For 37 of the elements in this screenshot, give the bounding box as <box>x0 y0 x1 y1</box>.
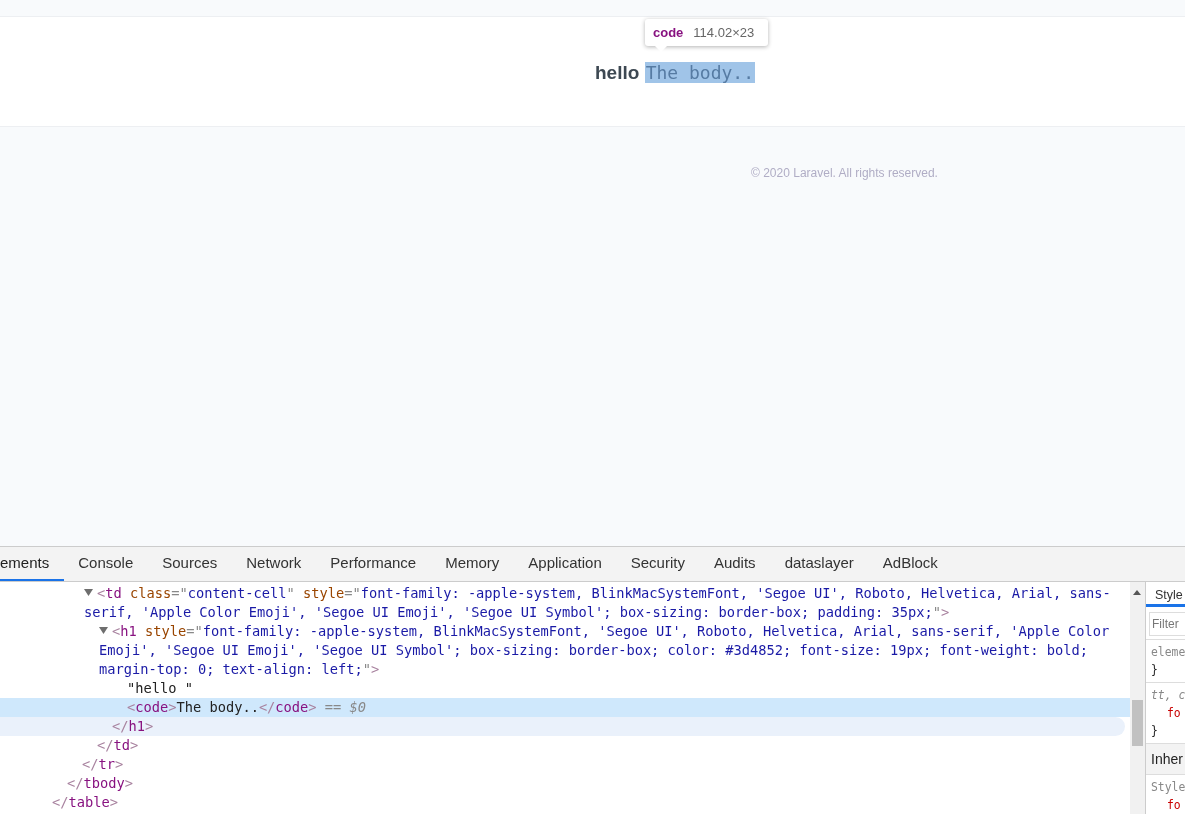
devtools-tab[interactable]: Application <box>513 547 617 581</box>
styles-tab[interactable]: Style <box>1146 582 1185 607</box>
scrollbar[interactable] <box>1130 582 1145 814</box>
html-code-line[interactable]: </table> <box>52 793 1118 812</box>
html-code-line[interactable]: </tr> <box>82 755 1118 774</box>
html-code-line[interactable]: <h1 style="font-family: -apple-system, BlinkMacSystemFont, 'Segoe UI', Roboto, Helvetica, Arial, sans-serif, 'Apple Color Emoji', 'Segoe UI Emoji', 'Segoe UI Symbol'; box-sizing: border-box; color: #3d4852; font-size: 19px; font-weight: bold; margin-top: 0; text-align: left;"> <box>99 622 1118 679</box>
devtools-tab[interactable]: Network <box>231 547 316 581</box>
devtools-tab[interactable]: Audits <box>699 547 771 581</box>
scrollbar-thumb[interactable] <box>1132 700 1143 746</box>
css-rule-line: tt, c <box>1151 687 1185 704</box>
heading-text: hello <box>595 62 641 83</box>
devtools-tab[interactable]: Memory <box>430 547 514 581</box>
expanded-triangle-icon[interactable] <box>84 588 93 597</box>
html-code-line[interactable]: <td class="content-cell" style="font-family: -apple-system, BlinkMacSystemFont, 'Segoe UI', Roboto, Helvetica, Arial, sans-serif, 'Apple Color Emoji', 'Segoe UI Emoji', 'Segoe UI Symbol'; box-sizing: border-box; padding: 35px;"> <box>84 584 1118 622</box>
devtools-tab[interactable]: AdBlock <box>868 547 953 581</box>
section-heading: Inher <box>1151 750 1184 768</box>
css-rule-line: eleme <box>1151 644 1185 661</box>
devtools-tab[interactable]: Performance <box>315 547 431 581</box>
scroll-up-icon[interactable] <box>1133 590 1141 595</box>
css-rule-line: fo <box>1166 705 1182 722</box>
expanded-triangle-icon[interactable] <box>99 626 108 635</box>
devtools-tab[interactable]: Console <box>63 547 148 581</box>
html-code-line[interactable]: </td> <box>97 736 1118 755</box>
html-code-line[interactable]: </tbody> <box>67 774 1118 793</box>
filter-field[interactable]: Filter <box>1149 612 1185 636</box>
devtools-tab[interactable]: Sources <box>147 547 232 581</box>
css-rule-line: } <box>1151 662 1159 679</box>
css-rule-line: Style <box>1151 779 1185 796</box>
devtools-tab[interactable]: Security <box>616 547 700 581</box>
devtools-tab[interactable]: ements <box>0 547 64 581</box>
devtools-tab[interactable]: dataslayer <box>770 547 869 581</box>
css-rule-line: } <box>1151 723 1159 740</box>
css-rule-line: fo <box>1166 797 1182 814</box>
code-text: The body.. <box>644 62 755 83</box>
html-code-line[interactable]: "hello " <box>127 679 1118 698</box>
copyright-text: © 2020 Laravel. All rights reserved. <box>751 166 938 180</box>
inspect-tooltip: code 114.02×23 <box>645 19 768 46</box>
